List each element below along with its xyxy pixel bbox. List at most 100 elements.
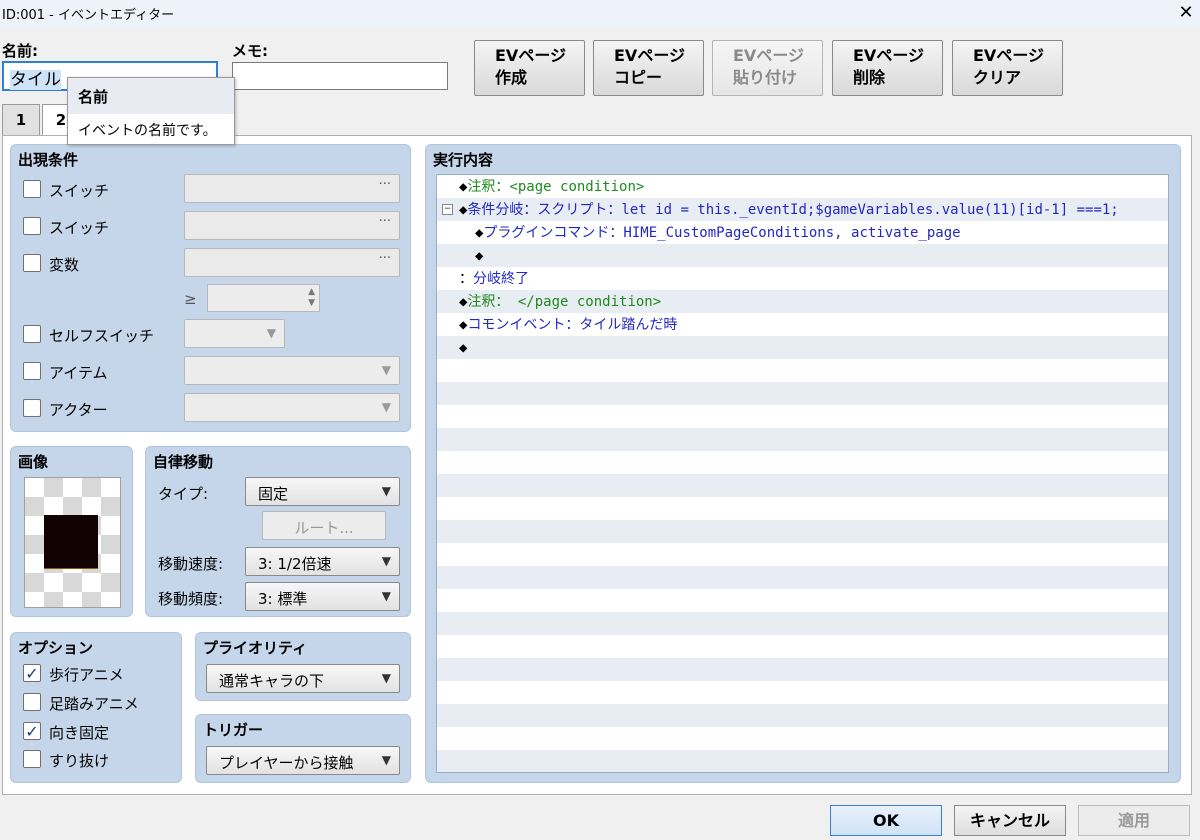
- command-row[interactable]: [437, 612, 1168, 635]
- ev-page-paste-button[interactable]: EVページ 貼り付け: [712, 40, 823, 96]
- route-button[interactable]: ルート...: [262, 511, 386, 540]
- ev-page-copy-button[interactable]: EVページ コピー: [593, 40, 704, 96]
- tooltip-title: 名前: [68, 78, 234, 114]
- command-line[interactable]: ◆条件分岐：スクリプト：let id = this._eventId;$game…: [459, 199, 1119, 222]
- window-title: ID:001 - イベントエディター: [2, 8, 175, 23]
- switch2-field[interactable]: ···: [184, 211, 400, 240]
- command-text: 注釈： </page condition>: [467, 294, 662, 310]
- memo-input[interactable]: [232, 62, 448, 90]
- cancel-button[interactable]: キャンセル: [954, 805, 1066, 836]
- trigger-title: トリガー: [203, 721, 264, 739]
- chevron-down-icon: ▼: [381, 671, 391, 685]
- conditions-title: 出現条件: [18, 151, 79, 169]
- command-line[interactable]: ◆注釈： </page condition>: [459, 291, 661, 314]
- movement-type-select[interactable]: 固定 ▼: [245, 477, 400, 506]
- command-row[interactable]: [437, 359, 1168, 382]
- spin-down-icon[interactable]: ▼: [308, 298, 315, 308]
- self-switch-select[interactable]: ▼: [184, 319, 285, 348]
- button-line-2: 作成: [495, 68, 528, 87]
- item-checkbox[interactable]: [23, 362, 41, 380]
- switch2-checkbox[interactable]: [23, 217, 41, 235]
- command-line[interactable]: ◆プラグインコマンド：HIME_CustomPageConditions, ac…: [475, 222, 961, 245]
- name-tooltip: 名前 イベントの名前です。: [67, 77, 235, 145]
- ev-page-clear-button[interactable]: EVページ クリア: [952, 40, 1063, 96]
- command-text: コモンイベント：タイル踏んだ時: [467, 317, 678, 333]
- spin-up-icon[interactable]: ▲: [308, 287, 315, 297]
- switch1-field[interactable]: ···: [184, 174, 400, 203]
- command-line[interactable]: ◆注釈：<page condition>: [459, 176, 644, 199]
- trigger-select[interactable]: プレイヤーから接触 ▼: [206, 746, 400, 775]
- movement-speed-select[interactable]: 3: 1/2倍速 ▼: [245, 547, 400, 576]
- command-list[interactable]: ◆注釈：<page condition> ◆条件分岐：スクリプト：let id =…: [436, 174, 1169, 773]
- close-icon[interactable]: ✕: [1172, 0, 1200, 28]
- variable-field[interactable]: ···: [184, 248, 400, 277]
- button-line-2: クリア: [973, 68, 1022, 87]
- command-line[interactable]: ◆: [459, 337, 467, 360]
- title-bar: ID:001 - イベントエディター ✕: [0, 0, 1200, 28]
- chevron-down-icon: ▼: [381, 484, 391, 498]
- command-row[interactable]: [437, 451, 1168, 474]
- switch1-label: スイッチ: [49, 182, 110, 200]
- apply-button[interactable]: 適用: [1078, 805, 1190, 836]
- priority-value: 通常キャラの下: [219, 672, 325, 690]
- ev-page-create-button[interactable]: EVページ 作成: [474, 40, 585, 96]
- command-row[interactable]: [437, 543, 1168, 566]
- command-line[interactable]: ：分岐終了: [459, 268, 529, 291]
- memo-label: メモ:: [232, 42, 268, 60]
- movement-type-value: 固定: [258, 485, 289, 503]
- command-row[interactable]: [437, 497, 1168, 520]
- command-row[interactable]: [437, 336, 1168, 359]
- command-row[interactable]: [437, 474, 1168, 497]
- command-row[interactable]: [437, 727, 1168, 750]
- tab-page-1[interactable]: 1: [2, 104, 40, 136]
- command-row[interactable]: [437, 267, 1168, 290]
- button-line-1: EVページ: [495, 46, 566, 65]
- tooltip-text: イベントの名前です。: [78, 123, 217, 139]
- actor-checkbox[interactable]: [23, 399, 41, 417]
- item-select[interactable]: ▼: [184, 356, 400, 385]
- movement-type-label: タイプ:: [158, 485, 209, 503]
- command-row[interactable]: [437, 750, 1168, 772]
- command-row[interactable]: [437, 589, 1168, 612]
- priority-select[interactable]: 通常キャラの下 ▼: [206, 664, 400, 693]
- command-row[interactable]: [437, 520, 1168, 543]
- command-line[interactable]: ◆: [475, 245, 483, 268]
- command-line[interactable]: ◆コモンイベント：タイル踏んだ時: [459, 314, 677, 337]
- command-row[interactable]: [437, 658, 1168, 681]
- command-row[interactable]: [437, 566, 1168, 589]
- button-line-2: コピー: [614, 68, 663, 87]
- command-row[interactable]: [437, 382, 1168, 405]
- switch2-label: スイッチ: [49, 219, 110, 237]
- variable-checkbox[interactable]: [23, 254, 41, 272]
- chevron-down-icon: ▼: [381, 400, 391, 414]
- command-row[interactable]: [437, 405, 1168, 428]
- collapse-icon[interactable]: −: [442, 204, 453, 215]
- chevron-down-icon: ▼: [381, 554, 391, 568]
- walking-animation-checkbox[interactable]: ✓: [23, 664, 41, 682]
- stepping-animation-checkbox[interactable]: [23, 693, 41, 711]
- ellipsis-icon: ···: [378, 177, 391, 192]
- ok-button[interactable]: OK: [830, 805, 942, 836]
- movement-speed-label: 移動速度:: [158, 555, 224, 573]
- self-switch-checkbox[interactable]: [23, 325, 41, 343]
- ev-page-delete-button[interactable]: EVページ 削除: [832, 40, 943, 96]
- movement-speed-value: 3: 1/2倍速: [258, 555, 332, 573]
- command-row[interactable]: [437, 428, 1168, 451]
- command-row[interactable]: [437, 681, 1168, 704]
- movement-frequency-select[interactable]: 3: 標準 ▼: [245, 582, 400, 611]
- command-row[interactable]: [437, 704, 1168, 727]
- variable-value-spinner[interactable]: ▲ ▼: [207, 284, 320, 312]
- command-text: 注釈：: [467, 179, 510, 195]
- chevron-down-icon: ▼: [381, 753, 391, 767]
- command-row[interactable]: [437, 635, 1168, 658]
- name-label: 名前:: [2, 42, 38, 60]
- direction-fix-checkbox[interactable]: ✓: [23, 722, 41, 740]
- command-text: ◆: [475, 248, 484, 264]
- command-row[interactable]: [437, 244, 1168, 267]
- button-line-2: 削除: [853, 68, 886, 87]
- through-checkbox[interactable]: [23, 750, 41, 768]
- autonomous-movement-panel: 自律移動 タイプ: 固定 ▼ ルート... 移動速度: 3: 1/2倍速 ▼ 移動頻…: [145, 446, 411, 617]
- switch1-checkbox[interactable]: [23, 180, 41, 198]
- chevron-down-icon: ▼: [266, 326, 276, 340]
- actor-select[interactable]: ▼: [184, 393, 400, 422]
